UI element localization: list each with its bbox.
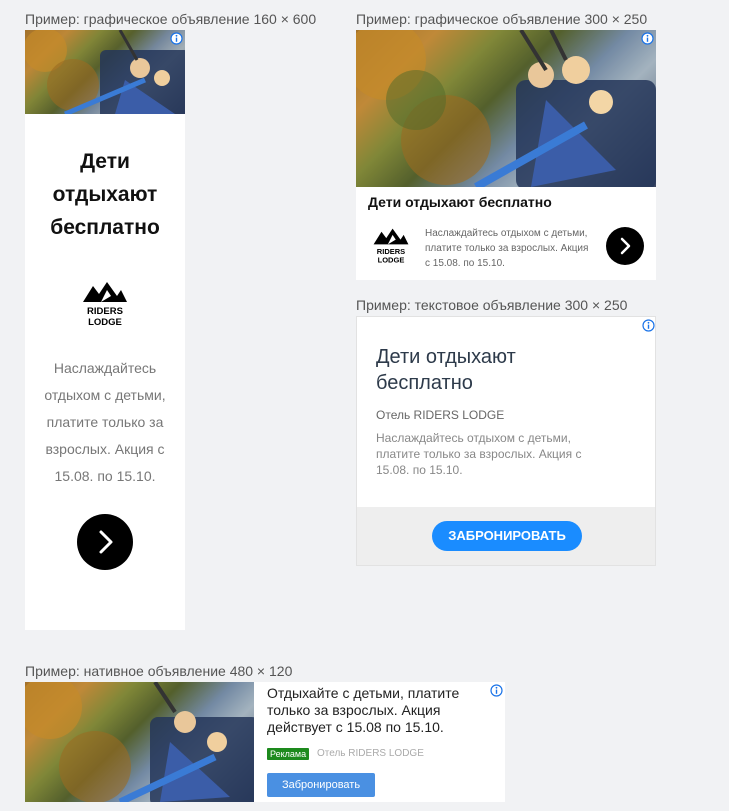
ad-photo bbox=[356, 30, 656, 187]
info-icon[interactable] bbox=[641, 32, 654, 45]
advertiser-name: Отель RIDERS LODGE bbox=[317, 748, 424, 759]
text-ad-300x250[interactable]: Дети отдыхают бесплатно Отель RIDERS LOD… bbox=[356, 316, 656, 566]
ad-title[interactable]: Дети отдыхают бесплатно bbox=[39, 145, 171, 244]
ad-body: Наслаждайтесь отдыхом с детьми, платите … bbox=[44, 360, 166, 484]
book-button[interactable]: ЗАБРОНИРОВАТЬ bbox=[432, 521, 582, 551]
svg-text:RIDERS: RIDERS bbox=[377, 247, 405, 256]
ad-text[interactable]: Отдыхайте с детьми, платите только за вз… bbox=[267, 685, 472, 736]
svg-text:LODGE: LODGE bbox=[88, 317, 122, 328]
chevron-right-icon bbox=[620, 237, 631, 255]
ad-body: Наслаждайтесь отдыхом с детьми, платите … bbox=[425, 228, 589, 269]
next-arrow-button[interactable] bbox=[606, 227, 644, 265]
ad-title[interactable]: Дети отдыхают бесплатно bbox=[368, 194, 552, 210]
ad-badge: Реклама bbox=[267, 748, 310, 760]
book-button[interactable]: Забронировать bbox=[267, 773, 375, 797]
info-icon[interactable] bbox=[490, 684, 503, 697]
banner-ad-300x250[interactable]: Дети отдыхают бесплатно RIDERS LODGE Нас… bbox=[356, 30, 656, 280]
native-ad-480x120[interactable]: Отдыхайте с детьми, платите только за вз… bbox=[25, 682, 505, 802]
next-arrow-button[interactable] bbox=[77, 514, 133, 570]
chevron-right-icon bbox=[99, 530, 113, 554]
caption-banner-300x250: Пример: графическое объявление 300 × 250 bbox=[356, 11, 648, 27]
svg-text:RIDERS: RIDERS bbox=[87, 306, 123, 317]
riders-lodge-logo: RIDERS LODGE bbox=[372, 227, 410, 265]
ad-body: Наслаждайтесь отдыхом с детьми, платите … bbox=[376, 431, 582, 477]
ad-title[interactable]: Дети отдыхают бесплатно bbox=[376, 344, 576, 396]
ad-photo bbox=[25, 30, 185, 114]
info-icon[interactable] bbox=[642, 319, 655, 332]
riders-lodge-logo: RIDERS LODGE bbox=[81, 280, 129, 328]
caption-banner-160x600: Пример: графическое объявление 160 × 600 bbox=[25, 11, 317, 27]
svg-text:LODGE: LODGE bbox=[378, 256, 405, 265]
advertiser-name: Отель RIDERS LODGE bbox=[376, 408, 505, 422]
ad-photo bbox=[25, 682, 254, 802]
cta-area: ЗАБРОНИРОВАТЬ bbox=[357, 507, 655, 565]
banner-ad-160x600[interactable]: Дети отдыхают бесплатно RIDERS LODGE Нас… bbox=[25, 30, 185, 630]
info-icon[interactable] bbox=[170, 32, 183, 45]
caption-native-480x120: Пример: нативное объявление 480 × 120 bbox=[25, 663, 293, 679]
caption-text-300x250: Пример: текстовое объявление 300 × 250 bbox=[356, 297, 628, 313]
